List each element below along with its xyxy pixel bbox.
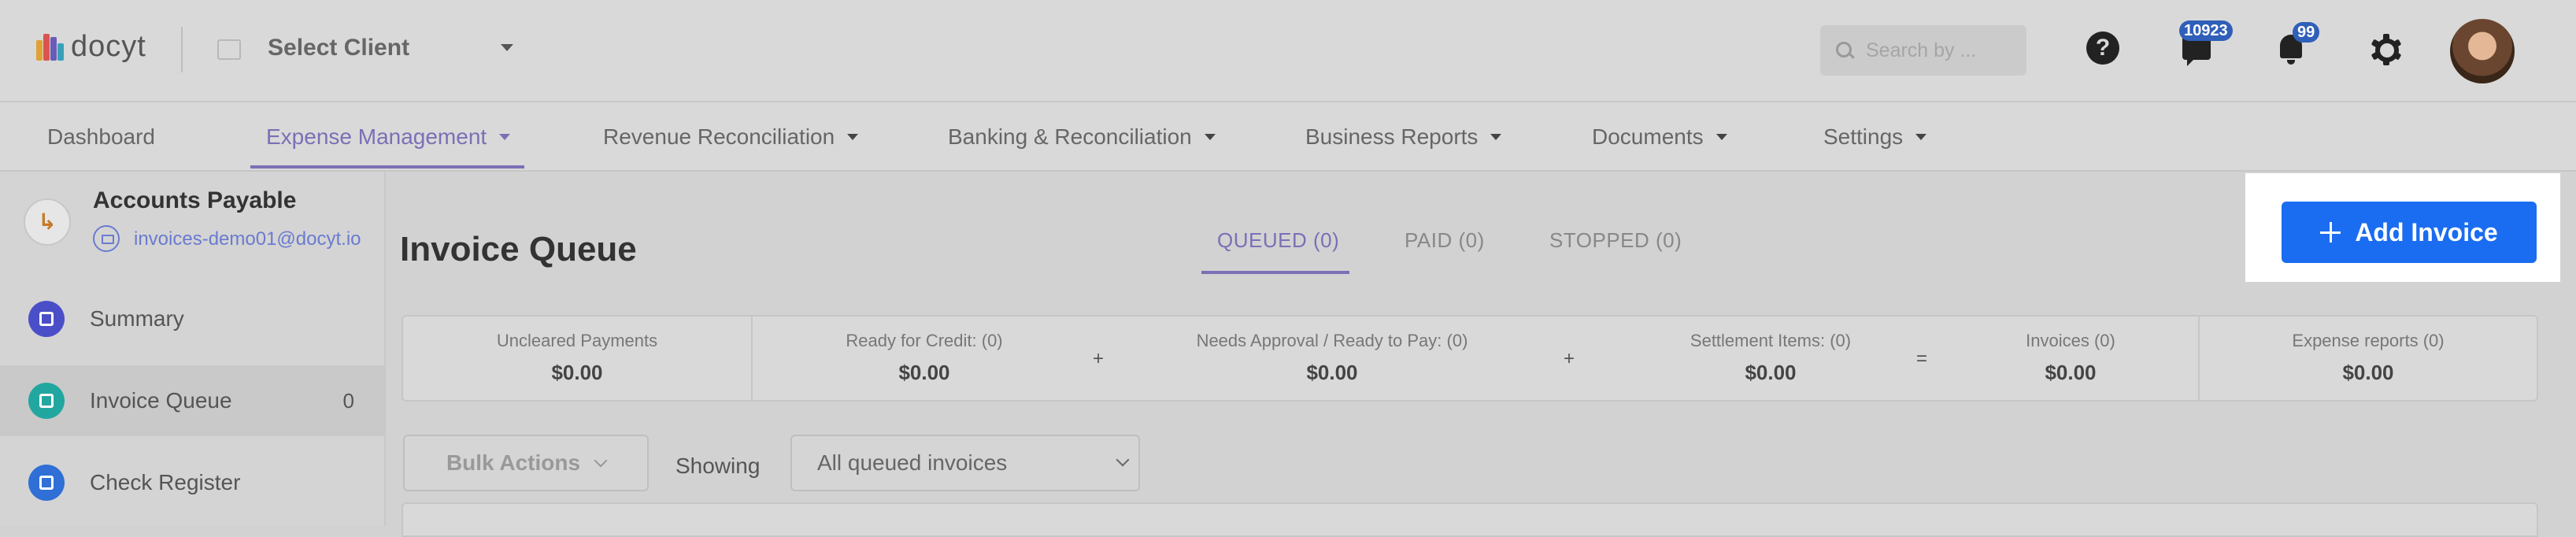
accounts-payable-logo-icon: ↳ — [24, 198, 71, 246]
logo-mark-icon — [36, 33, 65, 61]
nav-revenue-reconciliation[interactable]: Revenue Reconciliation — [603, 124, 859, 150]
search-input[interactable] — [1864, 38, 2025, 63]
nav-dashboard[interactable]: Dashboard — [47, 124, 155, 150]
summary-value: $0.00 — [551, 361, 603, 384]
sidebar-item-label: Invoice Queue — [90, 388, 232, 413]
nav-label: Dashboard — [47, 124, 155, 149]
user-avatar[interactable] — [2450, 19, 2515, 83]
main-nav: Dashboard Expense Management Revenue Rec… — [0, 102, 2576, 172]
chevron-down-icon — [499, 134, 511, 140]
chevron-down-icon[interactable] — [501, 44, 513, 51]
client-building-icon — [217, 39, 241, 60]
summary-bar: Uncleared Payments $0.00 Ready for Credi… — [402, 315, 2538, 402]
header-divider — [181, 27, 183, 72]
summary-label: Expense reports (0) — [2292, 331, 2445, 350]
chevron-down-icon — [1715, 134, 1727, 140]
top-header: docyt Select Client ? 10923 99 — [0, 0, 2576, 102]
tab-active-underline — [1201, 271, 1349, 274]
client-select[interactable]: Select Client — [268, 35, 409, 61]
nav-active-underline — [250, 165, 524, 169]
logo-text: docyt — [71, 30, 146, 63]
summary-label: Needs Approval / Ready to Pay: (0) — [1196, 331, 1468, 350]
summary-icon — [28, 301, 65, 337]
chevron-down-icon — [1204, 134, 1216, 140]
tab-queued[interactable]: QUEUED (0) — [1217, 228, 1339, 253]
search-box[interactable] — [1820, 25, 2026, 76]
nav-settings[interactable]: Settings — [1823, 124, 1927, 150]
nav-expense-management[interactable]: Expense Management — [266, 124, 511, 150]
summary-value: $0.00 — [1306, 361, 1358, 384]
nav-business-reports[interactable]: Business Reports — [1305, 124, 1502, 150]
invoice-queue-icon — [28, 383, 65, 419]
summary-label: Ready for Credit: (0) — [846, 331, 1003, 350]
summary-uncleared-payments[interactable]: Uncleared Payments $0.00 — [403, 317, 751, 400]
tab-stopped[interactable]: STOPPED (0) — [1549, 228, 1682, 253]
email-icon — [93, 225, 120, 252]
sidebar-item-count: 0 — [342, 388, 354, 413]
sidebar-item-summary[interactable]: Summary — [0, 283, 384, 354]
summary-ready-for-credit[interactable]: Ready for Credit: (0) $0.00 — [753, 317, 1096, 400]
add-invoice-button[interactable]: Add Invoice — [2282, 202, 2537, 263]
plus-icon — [2320, 222, 2341, 243]
nav-banking-reconciliation[interactable]: Banking & Reconciliation — [948, 124, 1216, 150]
summary-operator: + — [1564, 348, 1575, 369]
summary-label: Uncleared Payments — [496, 331, 658, 350]
summary-invoices[interactable]: Invoices (0) $0.00 — [1938, 317, 2203, 400]
summary-value: $0.00 — [2342, 361, 2394, 384]
invoice-table — [402, 502, 2538, 537]
summary-operator: = — [1916, 348, 1928, 369]
summary-value: $0.00 — [898, 361, 950, 384]
queue-filter-select[interactable]: All queued invoices — [790, 435, 1140, 491]
sidebar-title: Accounts Payable — [93, 187, 297, 213]
messages-badge: 10923 — [2179, 20, 2233, 41]
tab-paid[interactable]: PAID (0) — [1405, 228, 1485, 253]
chevron-down-icon — [847, 134, 859, 140]
nav-documents[interactable]: Documents — [1592, 124, 1727, 150]
sidebar: ↳ Accounts Payable invoices-demo01@docyt… — [0, 172, 386, 526]
nav-label: Expense Management — [266, 124, 487, 149]
chevron-down-icon — [1116, 453, 1130, 467]
sidebar-item-check-register[interactable]: Check Register — [0, 447, 384, 518]
summary-expense-reports[interactable]: Expense reports (0) $0.00 — [2200, 317, 2537, 400]
add-invoice-label: Add Invoice — [2355, 217, 2498, 246]
chevron-down-icon — [1490, 134, 1502, 140]
help-icon[interactable]: ? — [2086, 31, 2119, 65]
sidebar-item-label: Check Register — [90, 470, 241, 494]
showing-label: Showing — [675, 454, 761, 478]
summary-settlement-items[interactable]: Settlement Items: (0) $0.00 — [1579, 317, 1962, 400]
sidebar-item-label: Summary — [90, 306, 184, 331]
summary-operator: + — [1093, 348, 1105, 369]
nav-label: Business Reports — [1305, 124, 1479, 149]
nav-label: Banking & Reconciliation — [948, 124, 1192, 149]
sidebar-email-link[interactable]: invoices-demo01@docyt.io — [134, 228, 361, 250]
summary-needs-approval[interactable]: Needs Approval / Ready to Pay: (0) $0.00 — [1112, 317, 1553, 400]
summary-value: $0.00 — [2045, 361, 2097, 384]
nav-label: Revenue Reconciliation — [603, 124, 835, 149]
summary-label: Settlement Items: (0) — [1690, 331, 1852, 350]
chevron-down-icon — [1915, 134, 1927, 140]
search-icon — [1836, 42, 1853, 59]
summary-value: $0.00 — [1745, 361, 1797, 384]
sidebar-item-invoice-queue[interactable]: Invoice Queue 0 — [0, 365, 384, 436]
queue-filter-value: All queued invoices — [817, 450, 1008, 475]
check-register-icon — [28, 465, 65, 501]
summary-label: Invoices (0) — [2026, 331, 2115, 350]
page-title: Invoice Queue — [400, 230, 637, 268]
notifications-badge: 99 — [2293, 22, 2320, 43]
chevron-down-icon — [594, 454, 608, 468]
nav-label: Documents — [1592, 124, 1704, 149]
docyt-logo[interactable]: docyt — [36, 30, 146, 64]
gear-icon[interactable] — [2370, 33, 2403, 66]
nav-label: Settings — [1823, 124, 1904, 149]
bulk-actions-label: Bulk Actions — [446, 450, 581, 475]
bulk-actions-button[interactable]: Bulk Actions — [403, 435, 649, 491]
